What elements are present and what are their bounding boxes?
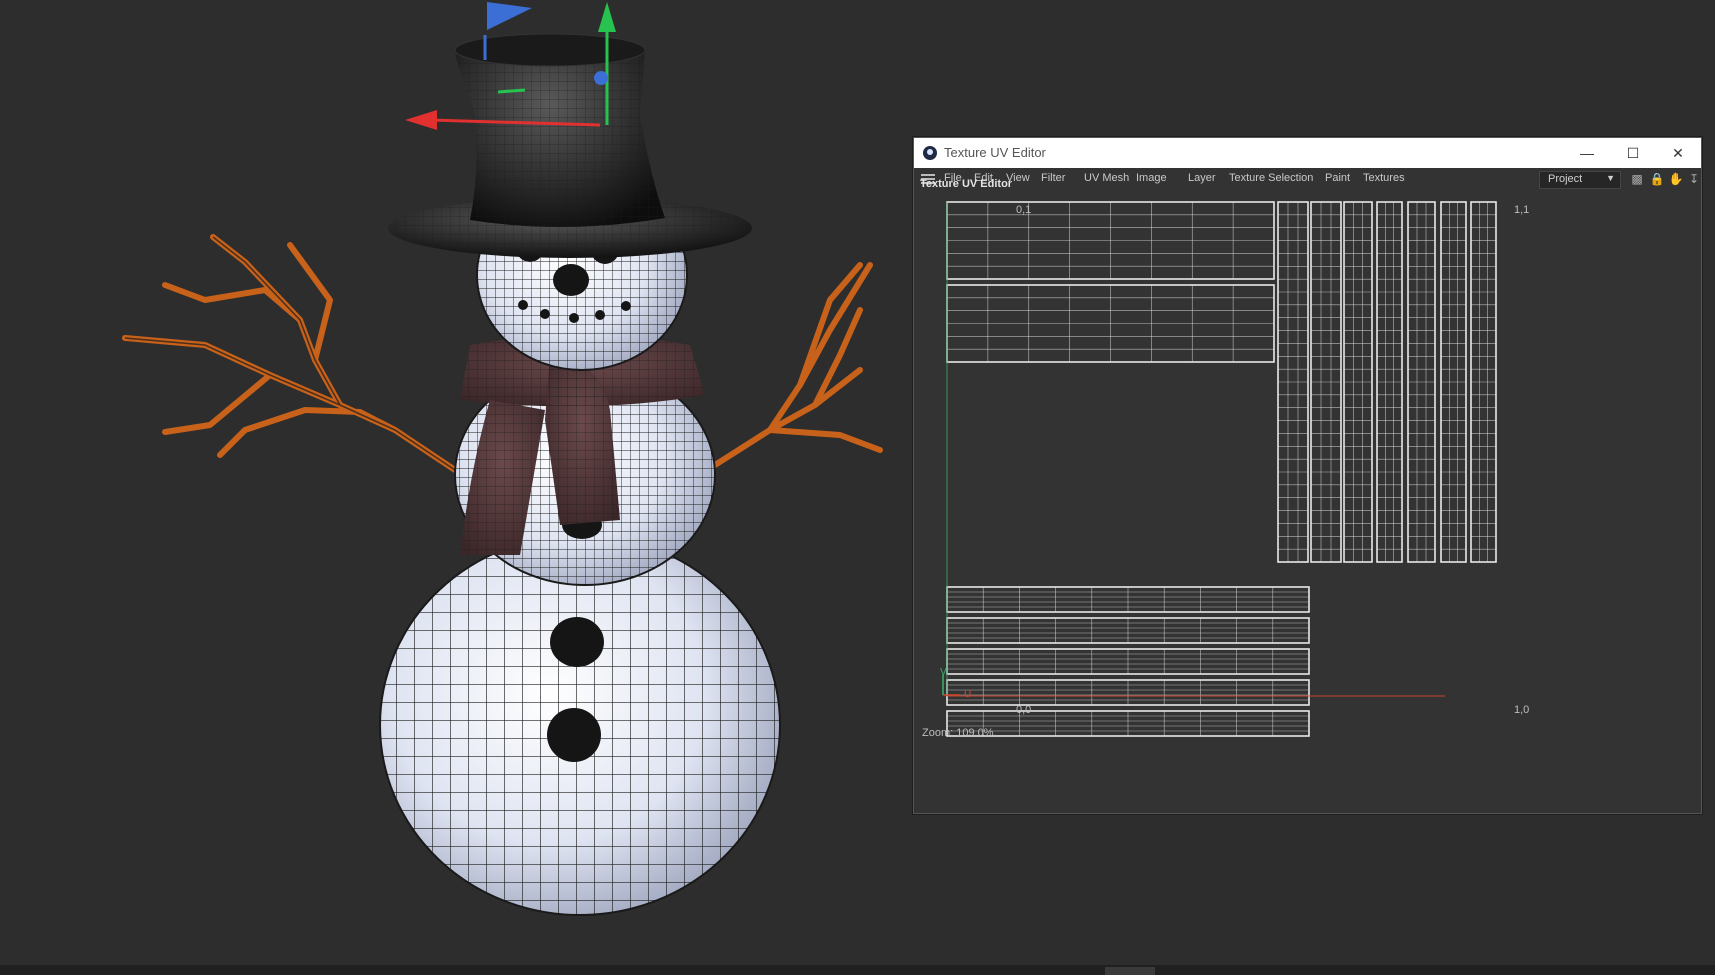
right-arm bbox=[712, 262, 883, 468]
top-hat bbox=[388, 33, 752, 258]
menu-bar: File Edit View Filter UV Mesh Image Laye… bbox=[914, 168, 1701, 190]
maximize-icon[interactable]: ☐ bbox=[1610, 138, 1656, 168]
uv-island-strip-4 bbox=[1377, 202, 1402, 562]
uv-island-strip-6 bbox=[1441, 202, 1466, 562]
uv-island-branch-4 bbox=[947, 680, 1309, 705]
window-titlebar[interactable]: Texture UV Editor — ☐ ✕ bbox=[914, 138, 1701, 168]
app-icon bbox=[923, 146, 937, 160]
uv-island-strip-1 bbox=[1278, 202, 1308, 562]
viewport-status-strip bbox=[0, 965, 1715, 975]
u-axis-label: U bbox=[964, 689, 972, 700]
window-title: Texture UV Editor bbox=[944, 145, 1046, 160]
project-select[interactable]: Project ▼ bbox=[1539, 171, 1621, 189]
uv-island-strip-5 bbox=[1408, 202, 1435, 562]
menu-layer[interactable]: Layer bbox=[1188, 172, 1216, 184]
close-icon[interactable]: ✕ bbox=[1655, 138, 1701, 168]
lock-icon[interactable]: 🔒 bbox=[1649, 172, 1665, 186]
panel-title: Texture UV Editor bbox=[920, 178, 1013, 190]
uv-island-strip-2 bbox=[1311, 202, 1341, 562]
snowball-bottom bbox=[379, 534, 781, 916]
uv-island-branch-1 bbox=[947, 587, 1309, 612]
uv-island-hat-side bbox=[947, 285, 1274, 362]
v-axis-label: V bbox=[940, 667, 947, 678]
menu-paint[interactable]: Paint bbox=[1325, 172, 1350, 184]
menu-uv-mesh[interactable]: UV Mesh bbox=[1084, 172, 1129, 184]
menu-image[interactable]: Image bbox=[1136, 172, 1167, 184]
uv-corner-label-bottom-right: 1,0 bbox=[1514, 704, 1530, 716]
uv-canvas[interactable] bbox=[914, 190, 1701, 760]
uv-island-strip-7 bbox=[1471, 202, 1496, 562]
chevron-down-icon: ▼ bbox=[1606, 173, 1615, 183]
hand-icon[interactable]: ✋ bbox=[1668, 172, 1684, 186]
texture-uv-editor-window[interactable]: Texture UV Editor — ☐ ✕ File Edit View F… bbox=[913, 137, 1702, 814]
menu-filter[interactable]: Filter bbox=[1041, 172, 1065, 184]
pin-icon[interactable]: ↧ bbox=[1686, 172, 1702, 186]
uv-corner-label-top-left: 0,1 bbox=[1016, 204, 1032, 216]
minimize-icon[interactable]: — bbox=[1564, 138, 1610, 168]
uv-island-branch-2 bbox=[947, 618, 1309, 643]
menu-textures[interactable]: Textures bbox=[1363, 172, 1405, 184]
uv-island-strip-3 bbox=[1344, 202, 1372, 562]
viewport-tab[interactable] bbox=[1105, 967, 1155, 975]
menu-texture-selection[interactable]: Texture Selection bbox=[1229, 172, 1313, 184]
zoom-status: Zoom: 109.0% bbox=[922, 727, 994, 739]
project-select-value: Project bbox=[1548, 173, 1583, 185]
left-arm bbox=[122, 234, 458, 473]
uv-islands bbox=[946, 201, 1497, 737]
uv-corner-label-bottom-left: 0,0 bbox=[1016, 704, 1032, 716]
uv-island-branch-3 bbox=[947, 649, 1309, 674]
uv-corner-label-top-right: 1,1 bbox=[1514, 204, 1530, 216]
histogram-icon[interactable]: ▩ bbox=[1629, 172, 1645, 186]
uv-island-branch-5 bbox=[947, 711, 1309, 736]
uv-island-hat-top bbox=[947, 202, 1274, 279]
